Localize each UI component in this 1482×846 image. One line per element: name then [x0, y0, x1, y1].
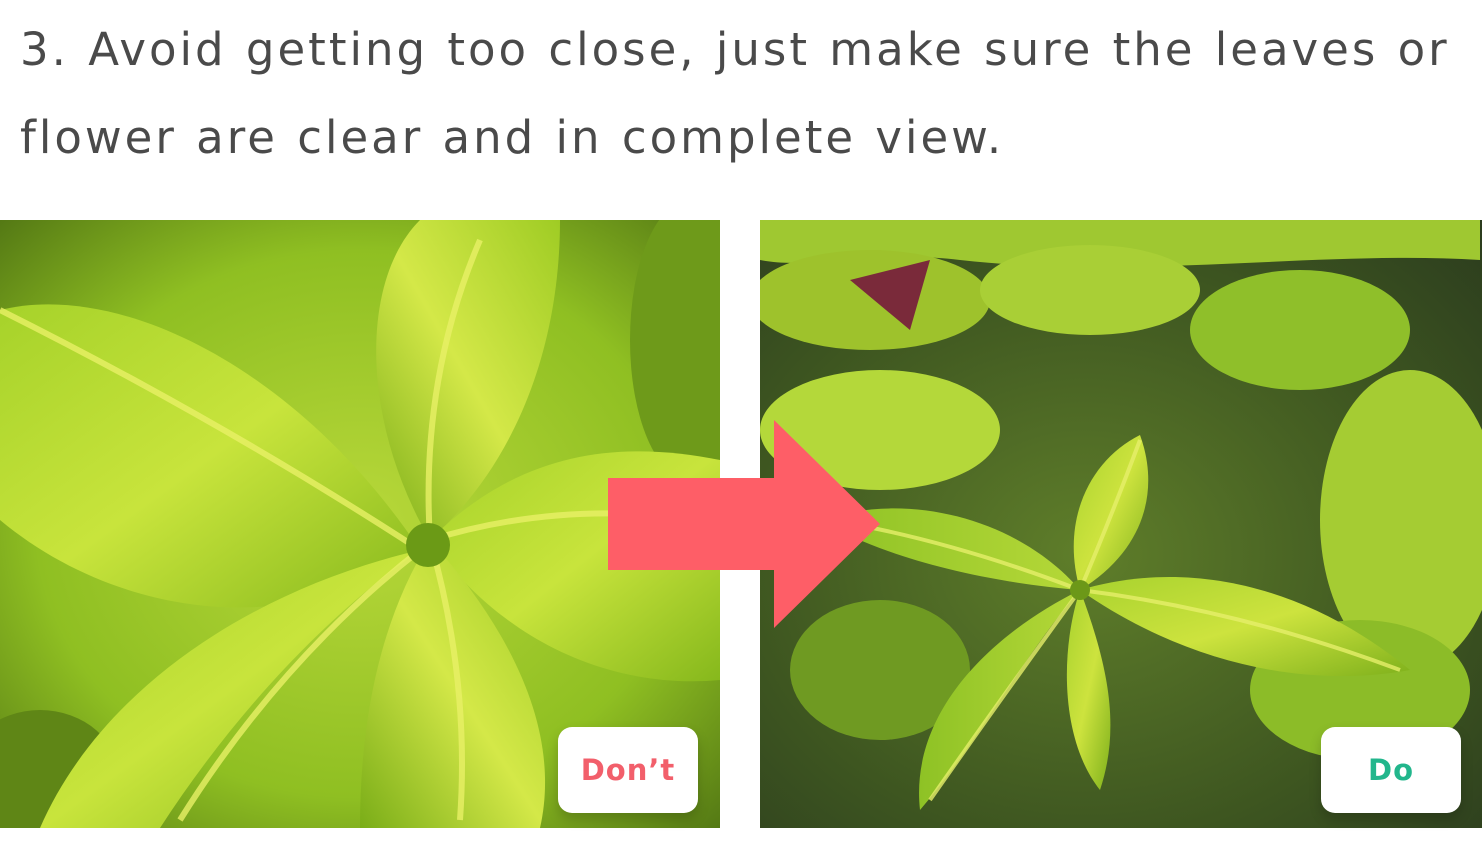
do-label-badge: Do: [1321, 727, 1461, 813]
arrow-right-icon: [608, 420, 880, 628]
dont-label: Don’t: [580, 753, 676, 787]
instruction-text: 3. Avoid getting too close, just make su…: [20, 23, 1450, 164]
dont-label-badge: Don’t: [558, 727, 698, 813]
do-label: Do: [1368, 753, 1414, 787]
